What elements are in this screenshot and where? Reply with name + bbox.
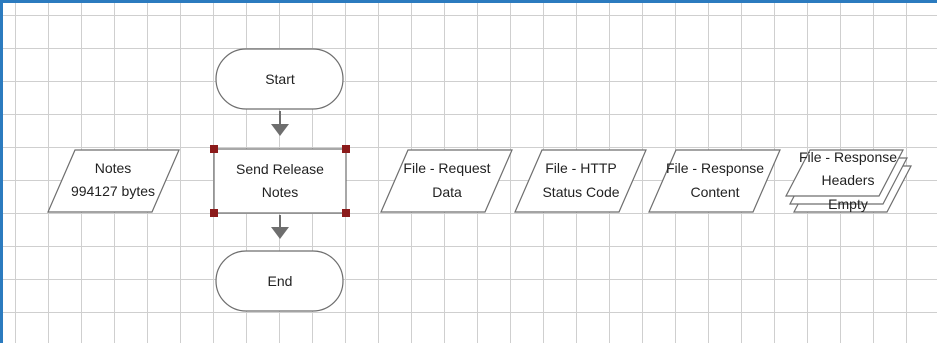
status-code-label-line-2: Status Code bbox=[542, 184, 619, 200]
selection-handle-bottom-left[interactable] bbox=[210, 209, 218, 217]
connector-process-to-end bbox=[271, 215, 289, 239]
request-data-label-line-1: File - Request bbox=[403, 160, 490, 176]
response-content-label-line-2: Content bbox=[690, 184, 739, 200]
selection-handle-top-right[interactable] bbox=[342, 145, 350, 153]
response-headers-label-line-3: Empty bbox=[828, 196, 868, 212]
status-code-shape[interactable]: File - HTTP Status Code bbox=[514, 149, 647, 213]
end-label: End bbox=[268, 273, 293, 289]
response-headers-label-line-2: Headers bbox=[822, 172, 875, 188]
response-headers-shape[interactable]: File - Response Headers Empty bbox=[785, 149, 912, 213]
response-content-shape[interactable]: File - Response Content bbox=[648, 149, 781, 213]
start-label: Start bbox=[265, 71, 295, 87]
start-terminator[interactable]: Start bbox=[215, 48, 344, 110]
flowchart-diagram: Start Send Release Notes End Notes 99412… bbox=[47, 48, 912, 312]
response-content-label-line-1: File - Response bbox=[666, 160, 764, 176]
request-data-label-line-2: Data bbox=[432, 184, 462, 200]
end-terminator[interactable]: End bbox=[215, 250, 344, 312]
request-data-shape[interactable]: File - Request Data bbox=[380, 149, 513, 213]
notes-label-line-1: Notes bbox=[95, 160, 132, 176]
connector-start-to-process bbox=[271, 111, 289, 136]
notes-label-line-2: 994127 bytes bbox=[71, 183, 155, 199]
status-code-label-line-1: File - HTTP bbox=[545, 160, 617, 176]
notes-data-shape[interactable]: Notes 994127 bytes bbox=[47, 149, 180, 213]
process-label-line-2: Notes bbox=[262, 184, 299, 200]
send-release-notes-process[interactable]: Send Release Notes bbox=[213, 148, 347, 214]
response-headers-label-line-1: File - Response bbox=[799, 149, 897, 165]
selection-handle-top-left[interactable] bbox=[210, 145, 218, 153]
flowchart-canvas[interactable]: Start Send Release Notes End Notes 99412… bbox=[0, 0, 937, 343]
process-label-line-1: Send Release bbox=[236, 161, 324, 177]
selection-handle-bottom-right[interactable] bbox=[342, 209, 350, 217]
